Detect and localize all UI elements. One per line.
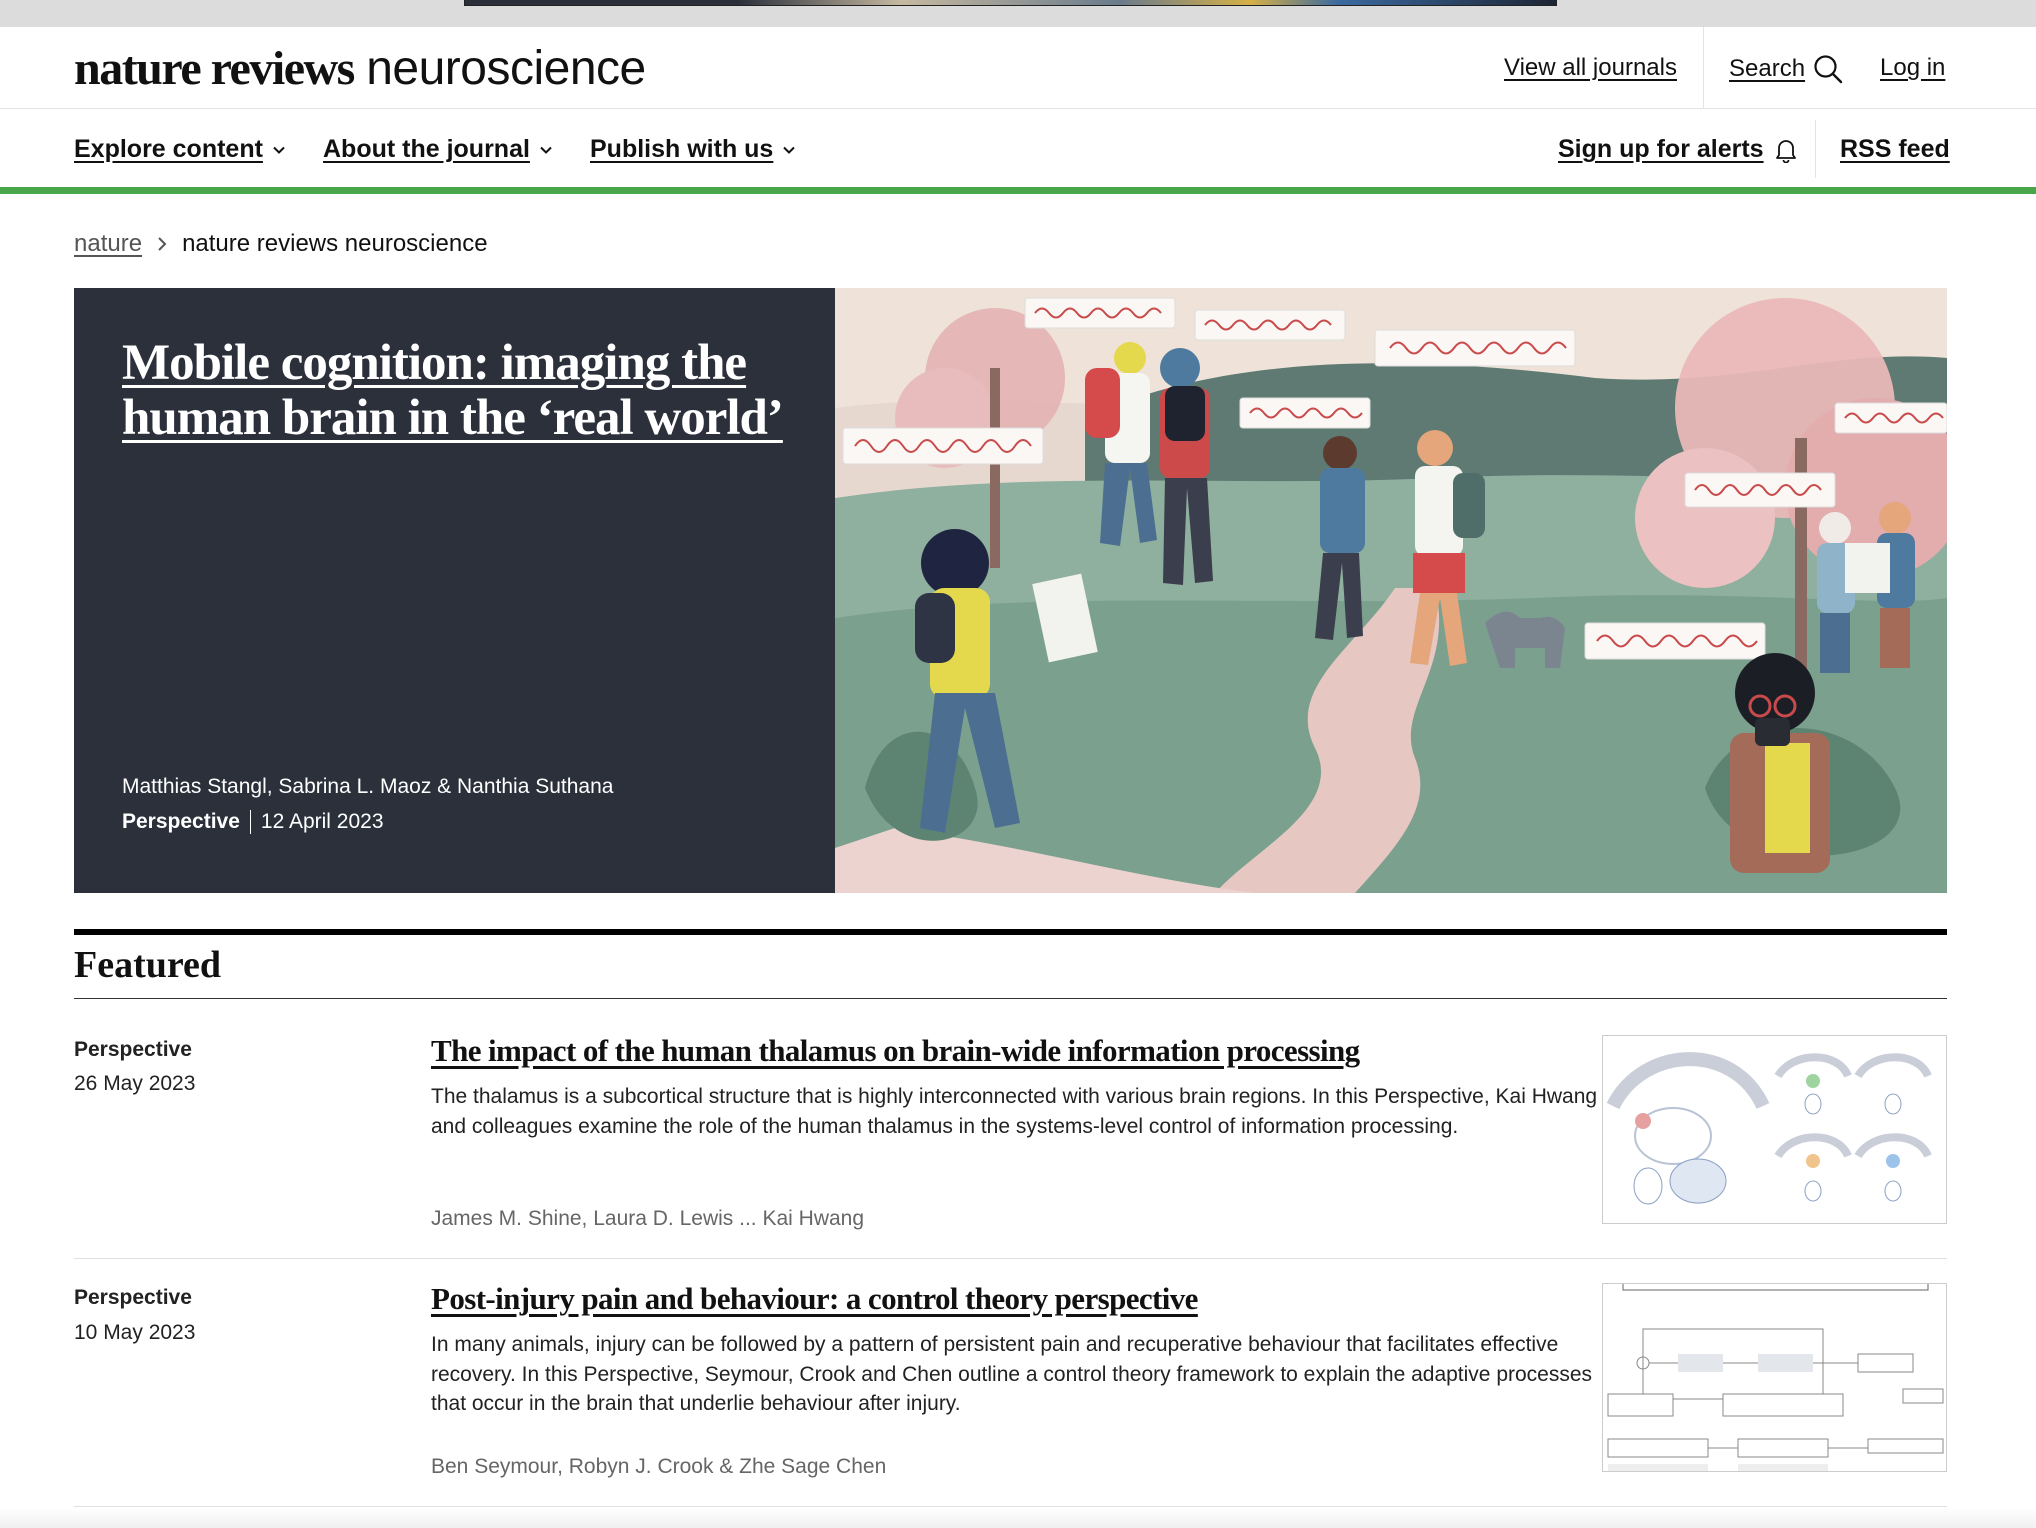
- breadcrumb-current: nature reviews neuroscience: [182, 230, 488, 257]
- nav-about-label: About the journal: [323, 135, 530, 163]
- featured-rule: [74, 998, 1947, 999]
- nav-divider: [1815, 120, 1816, 178]
- chevron-down-icon: [783, 146, 796, 154]
- featured-article-card: Perspective 10 May 2023 Post-injury pain…: [74, 1259, 1947, 1507]
- main-navigation: Explore content About the journal Publis…: [0, 110, 2036, 194]
- advertisement-strip: [0, 0, 2036, 27]
- nav-about-journal[interactable]: About the journal: [323, 135, 552, 164]
- article-summary: The thalamus is a subcortical structure …: [431, 1085, 1598, 1138]
- bell-icon: [1775, 139, 1796, 163]
- sign-up-alerts-link[interactable]: Sign up for alerts: [1558, 135, 1798, 164]
- hero-text-panel: Mobile cognition: imaging the human brai…: [74, 288, 835, 893]
- hikers-illustration: [835, 288, 1947, 893]
- article-type: Perspective: [74, 1038, 192, 1061]
- advertisement-banner[interactable]: [464, 0, 1557, 6]
- nav-explore-label: Explore content: [74, 135, 263, 163]
- article-thumbnail[interactable]: [1602, 1283, 1947, 1472]
- hero-article-date: 12 April 2023: [260, 810, 384, 833]
- rss-feed-link[interactable]: RSS feed: [1840, 135, 1950, 164]
- page-bottom-edge: [0, 1508, 2036, 1528]
- logo-bold-text: nature reviews: [74, 42, 355, 95]
- breadcrumb: nature nature reviews neuroscience: [74, 230, 488, 258]
- hero-article-type: Perspective: [122, 810, 251, 834]
- featured-top-bar: [74, 929, 1947, 935]
- logo-light-text: neuroscience: [366, 42, 646, 95]
- search-icon: [1814, 55, 1843, 84]
- featured-article-card: Perspective 26 May 2023 The impact of th…: [74, 1000, 1947, 1259]
- chevron-down-icon: [540, 146, 552, 154]
- article-date: 10 May 2023: [74, 1321, 196, 1344]
- alerts-label: Sign up for alerts: [1558, 135, 1764, 163]
- hero-meta: Perspective 12 April 2023: [122, 810, 384, 834]
- login-link[interactable]: Log in: [1880, 54, 1945, 82]
- breadcrumb-nature-link[interactable]: nature: [74, 230, 142, 258]
- search-label: Search: [1729, 55, 1806, 82]
- article-type: Perspective: [74, 1286, 192, 1309]
- article-thumbnail[interactable]: [1602, 1035, 1947, 1224]
- nav-publish-label: Publish with us: [590, 135, 774, 163]
- article-authors: James M. Shine, Laura D. Lewis ... Kai H…: [431, 1207, 865, 1230]
- article-title-link[interactable]: Post-injury pain and behaviour: a contro…: [431, 1281, 1611, 1317]
- hero-illustration[interactable]: [835, 288, 1947, 893]
- control-theory-figure-thumbnail: [1603, 1284, 1946, 1471]
- featured-heading: Featured: [74, 944, 222, 986]
- hero-authors: Matthias Stangl, Sabrina L. Maoz & Nanth…: [122, 775, 614, 798]
- hero-article: Mobile cognition: imaging the human brai…: [74, 288, 1947, 893]
- chevron-down-icon: [273, 146, 285, 154]
- article-title-link[interactable]: The impact of the human thalamus on brai…: [431, 1033, 1611, 1069]
- chevron-right-icon: [158, 237, 167, 251]
- site-header: nature reviews neuroscience View all jou…: [0, 27, 2036, 109]
- view-all-journals-link[interactable]: View all journals: [1504, 54, 1677, 82]
- hero-article-title-link[interactable]: Mobile cognition: imaging the human brai…: [122, 336, 802, 446]
- search-button[interactable]: Search: [1729, 54, 1843, 84]
- nav-publish-with-us[interactable]: Publish with us: [590, 135, 796, 164]
- journal-logo[interactable]: nature reviews neuroscience: [74, 41, 646, 96]
- article-date: 26 May 2023: [74, 1072, 196, 1095]
- nav-explore-content[interactable]: Explore content: [74, 135, 285, 164]
- article-summary: In many animals, injury can be followed …: [431, 1333, 1593, 1415]
- thalamus-figure-thumbnail: [1603, 1036, 1946, 1223]
- header-divider: [1703, 27, 1704, 109]
- article-authors: Ben Seymour, Robyn J. Crook & Zhe Sage C…: [431, 1455, 887, 1478]
